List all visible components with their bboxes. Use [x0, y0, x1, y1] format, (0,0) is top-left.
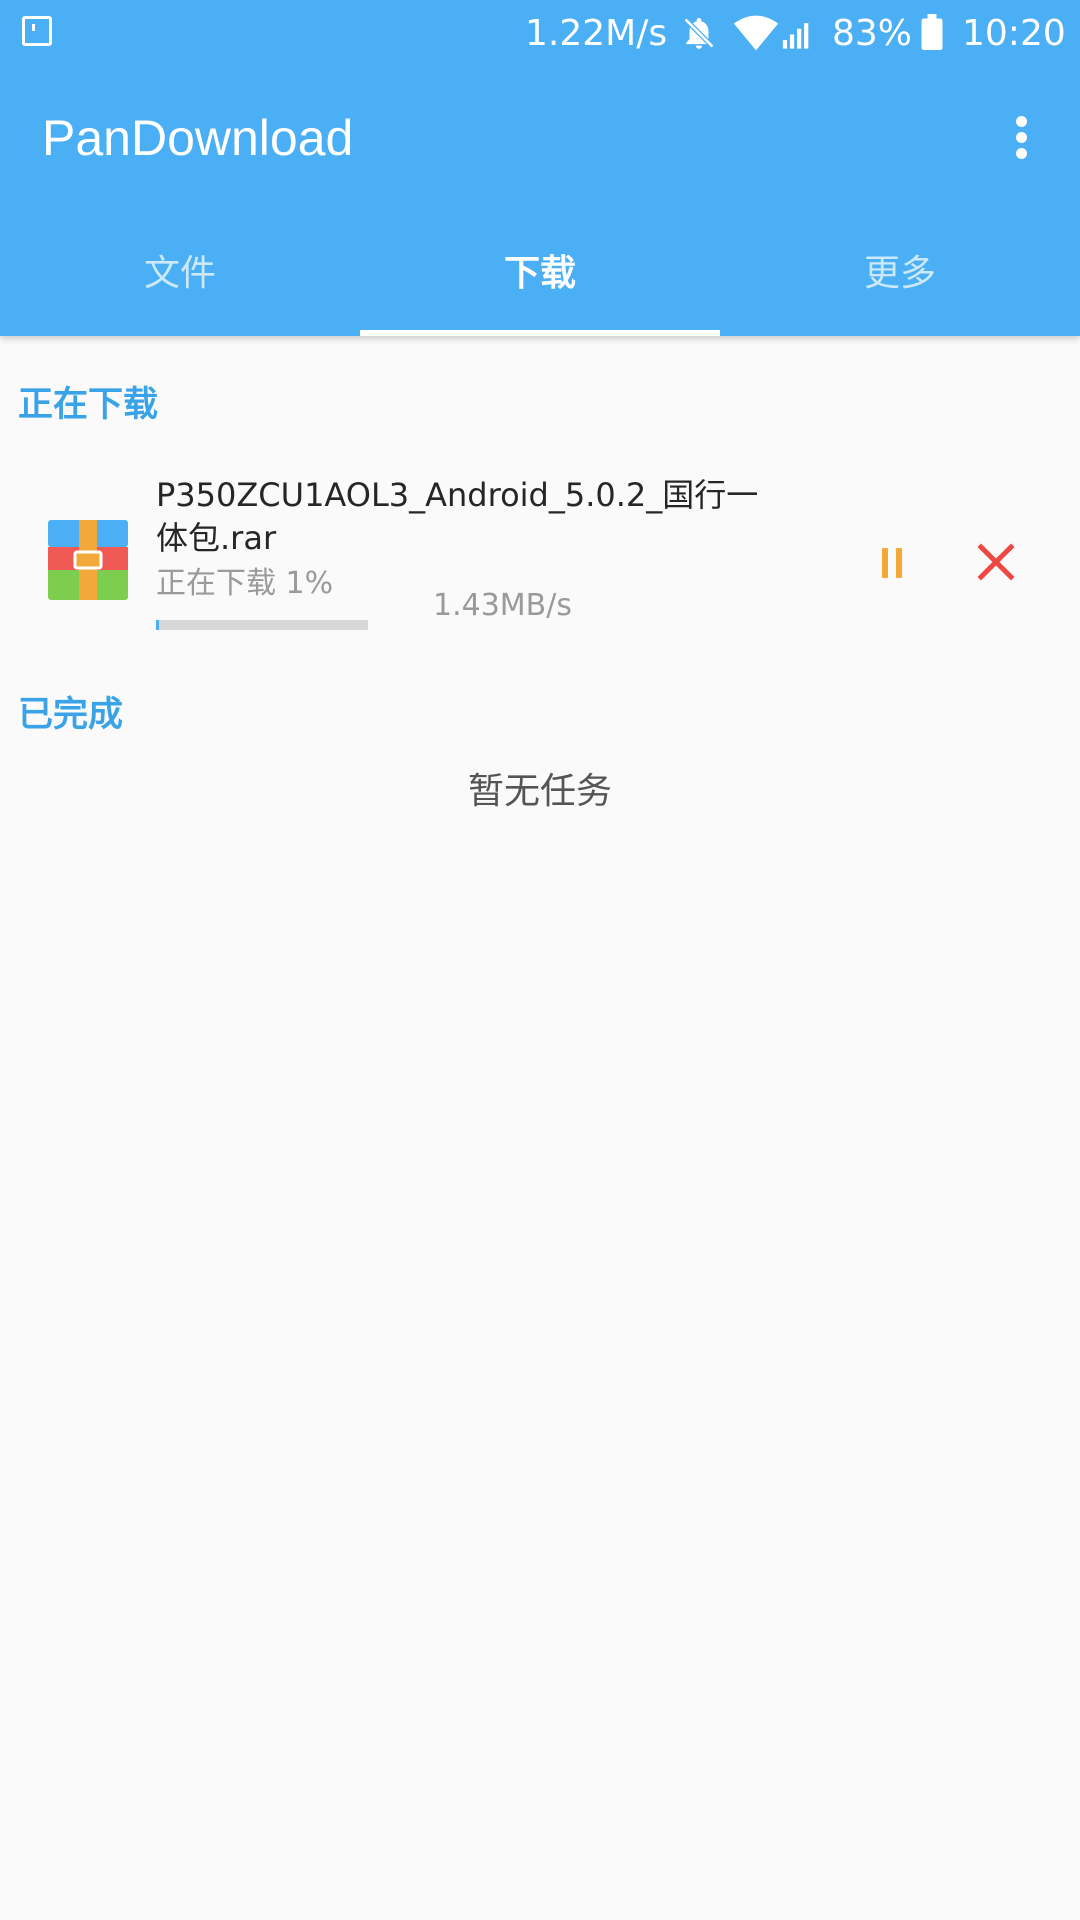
progress-bar	[156, 620, 368, 630]
tab-label: 文件	[143, 253, 216, 294]
signal-icon	[782, 23, 809, 49]
archive-file-icon	[48, 520, 128, 600]
active-tab-indicator	[360, 330, 720, 336]
more-vert-icon[interactable]	[1000, 108, 1044, 168]
tab-more[interactable]: 更多	[720, 220, 1080, 336]
progress-fill	[156, 620, 159, 630]
section-header-completed: 已完成	[18, 695, 124, 735]
app-bar: 1.22M/s 83% 10:20 PanDownload 文件 下载 更多	[0, 0, 1080, 336]
status-bar: 1.22M/s 83% 10:20	[0, 0, 1080, 68]
tab-label: 下载	[503, 253, 576, 294]
network-speed: 1.22M/s	[525, 13, 668, 54]
app-title: PanDownload	[42, 110, 354, 166]
pandownload-screen: 1.22M/s 83% 10:20 PanDownload 文件 下载 更多 正…	[0, 0, 1080, 1920]
close-icon[interactable]	[970, 534, 1022, 590]
tab-downloads[interactable]: 下载	[360, 220, 720, 336]
section-header-downloading: 正在下载	[18, 385, 159, 425]
tab-label: 更多	[863, 253, 936, 294]
download-status: 正在下载 1%	[156, 566, 334, 601]
tab-files[interactable]: 文件	[0, 220, 360, 336]
tab-bar: 文件 下载 更多	[0, 220, 1080, 336]
battery-percent: 83%	[832, 13, 913, 54]
file-name: P350ZCU1AOL3_Android_5.0.2_国行一体包.rar	[156, 476, 759, 557]
clock: 10:20	[962, 13, 1066, 54]
wifi-icon	[733, 15, 779, 51]
battery-icon	[921, 14, 943, 50]
screen-icon	[22, 16, 52, 46]
pause-icon[interactable]	[866, 538, 918, 590]
download-speed: 1.43MB/s	[433, 588, 572, 623]
empty-state-text: 暂无任务	[467, 771, 612, 812]
download-item[interactable]: P350ZCU1AOL3_Android_5.0.2_国行一体包.rar 正在下…	[0, 462, 1080, 642]
bell-off-icon	[682, 16, 716, 50]
